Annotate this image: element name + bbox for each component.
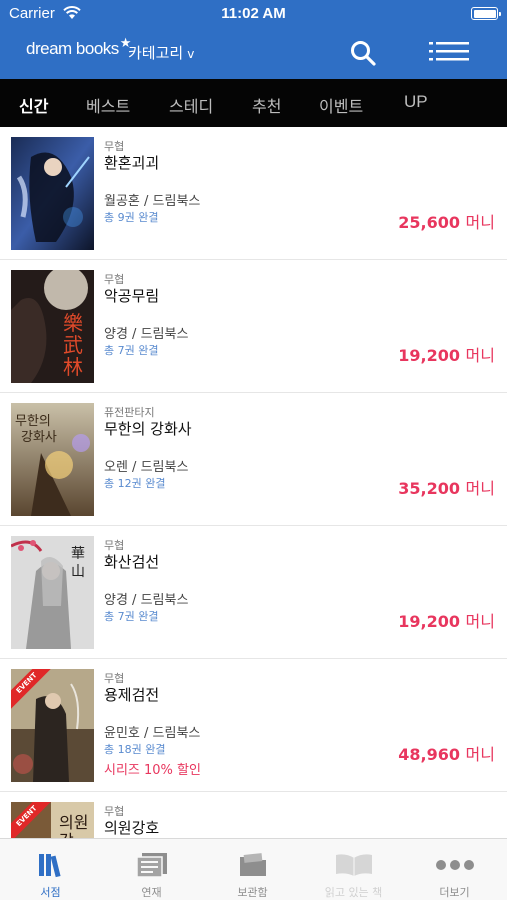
book-volumes: 총 12권 완결: [104, 477, 166, 490]
book-title: 화산검선: [104, 553, 160, 571]
app-header: Carrier 11:02 AM dream books★ 카테고리 v: [0, 0, 507, 79]
svg-text:樂: 樂: [63, 311, 83, 335]
search-icon: [351, 41, 376, 66]
svg-text:林: 林: [63, 355, 83, 379]
bottom-tab-serial[interactable]: 연재: [101, 839, 202, 900]
category-label: 카테고리: [128, 44, 184, 62]
tab-best[interactable]: 베스트: [86, 93, 130, 117]
book-title: 악공무림: [104, 287, 160, 305]
book-title: 용제검전: [104, 686, 160, 704]
bottom-tab-bar: 서점 연재 보관함 읽고 있는 책 더보기: [0, 838, 507, 900]
book-volumes: 총 9권 완결: [104, 211, 159, 224]
book-author: 월공혼 / 드림북스: [104, 194, 201, 209]
search-button[interactable]: [349, 39, 377, 67]
book-title: 무한의 강화사: [104, 420, 192, 438]
status-time: 11:02 AM: [221, 5, 286, 22]
book-cover: 무한의 강화사: [11, 403, 94, 516]
bottom-tab-library[interactable]: 보관함: [202, 839, 303, 900]
bottom-tab-label: 더보기: [439, 886, 470, 899]
book-volumes: 총 7권 완결: [104, 344, 159, 357]
news-icon: [135, 853, 167, 878]
bottom-tab-label: 보관함: [237, 886, 268, 899]
book-title: 환혼괴괴: [104, 154, 160, 172]
bottom-tab-label: 연재: [141, 886, 162, 899]
bottom-tab-label: 읽고 있는 책: [324, 886, 383, 899]
svg-text:山: 山: [71, 564, 85, 580]
book-price: 25,600 머니: [398, 213, 495, 232]
book-item[interactable]: 무한의 강화사 퓨전판타지 무한의 강화사 오렌 / 드림북스 총 12권 완결…: [0, 393, 507, 526]
book-promo: 시리즈 10% 할인: [104, 763, 201, 778]
book-cover: [11, 137, 94, 250]
books-icon: [38, 854, 61, 878]
book-cover: EVENT: [11, 669, 94, 782]
bottom-tab-label: 서점: [40, 886, 61, 899]
book-author: 윤민호 / 드림북스: [104, 726, 201, 741]
book-price: 48,960 머니: [398, 745, 495, 764]
book-price: 19,200 머니: [398, 346, 495, 365]
open-book-icon: [335, 854, 372, 876]
book-price: 35,200 머니: [398, 479, 495, 498]
book-author: 오렌 / 드림북스: [104, 460, 189, 475]
svg-text:무한의: 무한의: [15, 414, 51, 429]
logo-text: dream books: [26, 39, 119, 58]
book-item[interactable]: 무협 환혼괴괴 월공혼 / 드림북스 총 9권 완결 25,600 머니: [0, 127, 507, 260]
book-author: 양경 / 드림북스: [104, 327, 189, 342]
tab-steady[interactable]: 스테디: [169, 93, 213, 117]
battery-icon: [471, 7, 501, 20]
app-logo[interactable]: dream books★: [26, 35, 131, 59]
tab-new[interactable]: 신간: [19, 93, 48, 117]
book-cover: 樂 武 林: [11, 270, 94, 383]
svg-text:강화사: 강화사: [21, 430, 57, 445]
tab-up[interactable]: UP: [404, 92, 428, 112]
category-tabs: 신간 베스트 스테디 추천 이벤트 UP: [0, 79, 507, 127]
menu-button[interactable]: [429, 41, 469, 65]
bottom-tab-more[interactable]: 더보기: [404, 839, 505, 900]
folder-icon: [239, 853, 266, 876]
chevron-down-icon: v: [187, 47, 195, 61]
more-icon: [435, 860, 474, 870]
book-author: 양경 / 드림북스: [104, 593, 189, 608]
bottom-tab-store[interactable]: 서점: [0, 839, 101, 900]
svg-text:강: 강: [59, 831, 74, 838]
category-dropdown[interactable]: 카테고리 v: [128, 42, 194, 63]
book-list: 무협 환혼괴괴 월공혼 / 드림북스 총 9권 완결 25,600 머니 樂 武…: [0, 127, 507, 838]
nav-bar: dream books★ 카테고리 v: [0, 28, 507, 79]
status-bar: Carrier 11:02 AM: [0, 0, 507, 28]
book-cover: 의원 강 EVENT: [11, 802, 94, 838]
book-price: 19,200 머니: [398, 612, 495, 631]
book-item[interactable]: EVENT 무협 용제검전 윤민호 / 드림북스 총 18권 완결 시리즈 10…: [0, 659, 507, 792]
book-volumes: 총 18권 완결: [104, 743, 166, 756]
book-cover: 華 山: [11, 536, 94, 649]
svg-text:華: 華: [71, 546, 85, 562]
tab-event[interactable]: 이벤트: [319, 93, 363, 117]
book-item[interactable]: 樂 武 林 무협 악공무림 양경 / 드림북스 총 7권 완결 19,200 머…: [0, 260, 507, 393]
bottom-tab-reading[interactable]: 읽고 있는 책: [303, 839, 404, 900]
book-title: 의원강호: [104, 819, 160, 837]
book-item[interactable]: 華 山 무협 화산검선 양경 / 드림북스 총 7권 완결 19,200 머니: [0, 526, 507, 659]
tab-recommend[interactable]: 추천: [252, 93, 281, 117]
svg-text:武: 武: [63, 333, 83, 357]
book-volumes: 총 7권 완결: [104, 610, 159, 623]
svg-text:의원: 의원: [59, 813, 88, 832]
book-item[interactable]: 의원 강 EVENT 무협 의원강호: [0, 792, 507, 838]
list-menu-icon: [429, 42, 469, 61]
